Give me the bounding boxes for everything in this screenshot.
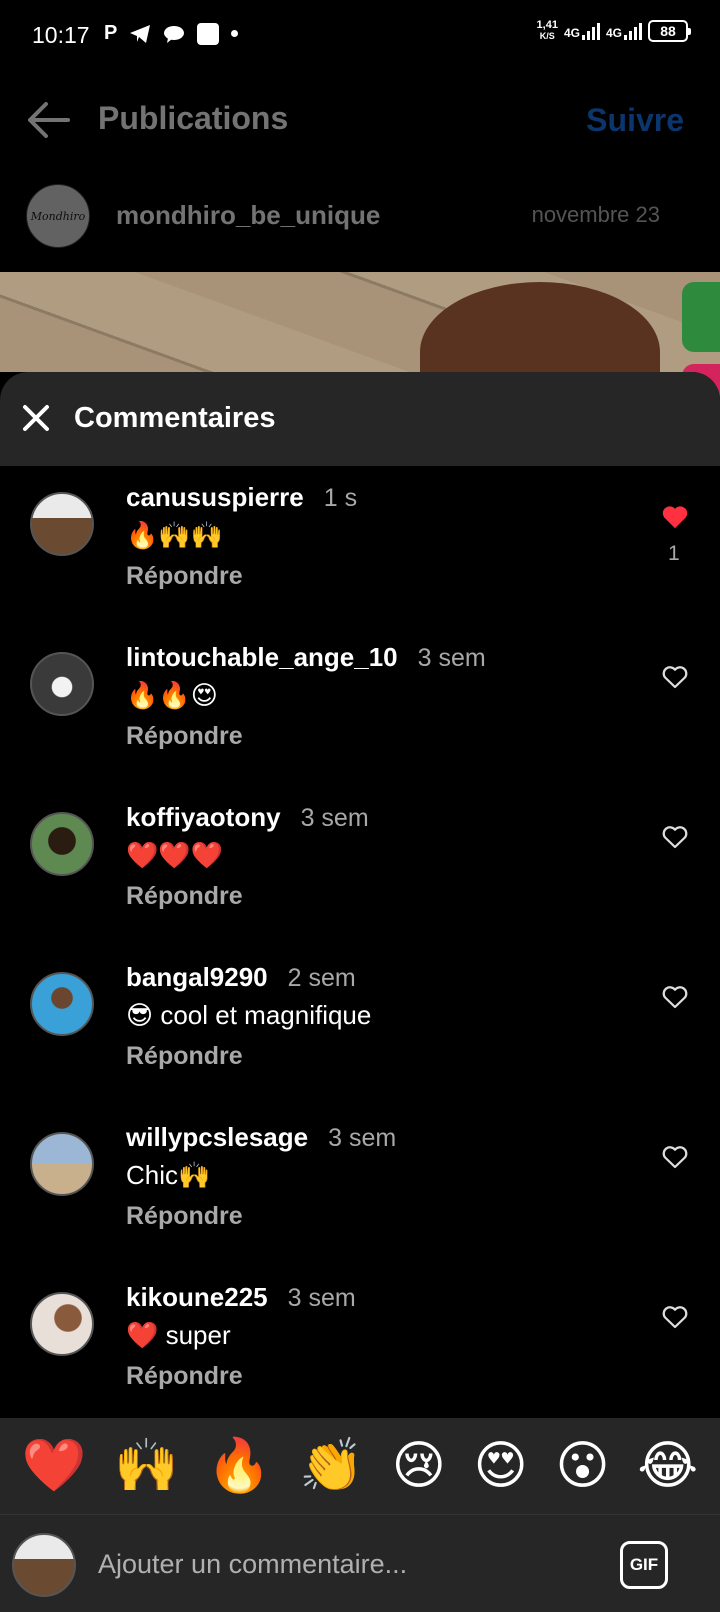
commenter-username[interactable]: willypcslesage (126, 1122, 308, 1153)
emoji-raising-hands-button[interactable]: 🙌 (114, 1440, 179, 1492)
commenter-username[interactable]: bangal9290 (126, 962, 268, 993)
emoji-surprised-button[interactable]: 😮 (555, 1440, 609, 1492)
emoji-heart-button[interactable]: ❤️ (22, 1440, 87, 1492)
network-type-2: 4G (605, 26, 622, 40)
heart-outline-icon[interactable] (660, 1142, 690, 1172)
commenter-username[interactable]: kikoune225 (126, 1282, 268, 1313)
app-square-icon (197, 22, 220, 45)
comment-item: lintouchable_ange_10 3 sem 🔥🔥😍 Répondre (0, 642, 720, 802)
post-date: novembre 23 (531, 202, 660, 227)
signal-sim2: 4G (606, 22, 642, 40)
comment-item: canususpierre 1 s 🔥🙌🙌 Répondre 1 (0, 482, 720, 642)
signal-bars-icon (624, 22, 642, 40)
comment-text: 😎 cool et magnifique (126, 1000, 372, 1030)
follow-button[interactable]: Suivre (586, 102, 684, 139)
comment-text: ❤️❤️❤️ (126, 840, 224, 870)
comment-time: 3 sem (417, 644, 486, 672)
signal-sim1: 4G (564, 22, 600, 40)
battery-icon: 88 (648, 20, 691, 42)
comment-item: bangal9290 2 sem 😎 cool et magnifique Ré… (0, 962, 720, 1122)
post-author-avatar[interactable]: Mondhiro (26, 184, 90, 248)
comment-time: 3 sem (300, 804, 369, 832)
post-author-username[interactable]: mondhiro_be_unique (116, 200, 380, 231)
comments-sheet-header: Commentaires (0, 372, 720, 466)
heart-outline-icon[interactable] (660, 1302, 690, 1332)
emoji-reaction-bar: ❤️ 🙌 🔥 👏 😢 😍 😮 😂 (0, 1418, 720, 1514)
emoji-fire-button[interactable]: 🔥 (207, 1440, 272, 1492)
comment-meta: lintouchable_ange_10 3 sem (126, 642, 486, 673)
comment-meta: kikoune225 3 sem (126, 1282, 356, 1313)
comment-meta: canususpierre 1 s (126, 482, 357, 513)
commenter-username[interactable]: lintouchable_ange_10 (126, 642, 398, 673)
comment-text: Chic🙌 (126, 1160, 211, 1190)
comment-time: 1 s (323, 484, 358, 512)
post-image (0, 272, 720, 372)
shoe-image (420, 282, 660, 372)
commenter-avatar[interactable] (30, 652, 94, 716)
comment-time: 3 sem (328, 1124, 397, 1152)
reply-button[interactable]: Répondre (126, 1042, 243, 1071)
comment-input[interactable]: Ajouter un commentaire... (98, 1549, 407, 1580)
comment-text: 🔥🙌🙌 (126, 520, 224, 550)
comment-input-bar: Ajouter un commentaire... GIF (0, 1514, 720, 1612)
network-speed-value: 1,41 (536, 19, 558, 31)
parking-icon: P (104, 22, 118, 44)
commenter-username[interactable]: koffiyaotony (126, 802, 281, 833)
network-speed: 1,41 K/S (537, 20, 558, 42)
more-notifications-dot-icon (231, 30, 239, 37)
telegram-icon (130, 24, 151, 43)
heart-filled-icon[interactable] (660, 502, 690, 532)
signal-bars-icon (581, 22, 600, 40)
heart-outline-icon[interactable] (660, 822, 690, 852)
comment-meta: willypcslesage 3 sem (126, 1122, 396, 1153)
current-user-avatar (12, 1533, 76, 1597)
status-right: 1,41 K/S 4G 4G 88 (537, 20, 691, 42)
back-arrow-icon[interactable] (26, 100, 70, 140)
reply-button[interactable]: Répondre (126, 1362, 243, 1391)
reply-button[interactable]: Répondre (126, 1202, 243, 1231)
side-tab-green[interactable] (682, 282, 720, 352)
avatar-logo-text: Mondhiro (30, 209, 86, 223)
status-bar: 10:17 P 1,41 K/S 4G 4G 88 (0, 0, 720, 72)
comment-meta: bangal9290 2 sem (126, 962, 356, 993)
status-time: 10:17 (32, 22, 90, 48)
chat-bubbles-icon (164, 25, 185, 43)
gif-button[interactable]: GIF (620, 1541, 668, 1589)
comment-item: willypcslesage 3 sem Chic🙌 Répondre (0, 1122, 720, 1282)
emoji-heart-eyes-button[interactable]: 😍 (474, 1440, 528, 1492)
page-title: Publications (98, 100, 289, 136)
comment-time: 3 sem (287, 1284, 356, 1312)
comment-text: 🔥🔥😍 (126, 680, 218, 710)
post-screen-background: Publications Suivre Mondhiro mondhiro_be… (0, 72, 720, 516)
post-header: Mondhiro mondhiro_be_unique novembre 23 (0, 184, 720, 256)
commenter-avatar[interactable] (30, 492, 94, 556)
heart-outline-icon[interactable] (660, 982, 690, 1012)
reply-button[interactable]: Répondre (126, 882, 243, 911)
emoji-crying-button[interactable]: 😢 (392, 1440, 446, 1492)
commenter-avatar[interactable] (30, 1292, 94, 1356)
close-icon[interactable] (20, 402, 52, 434)
commenter-avatar[interactable] (30, 1132, 94, 1196)
heart-outline-icon[interactable] (660, 662, 690, 692)
emoji-laughing-button[interactable]: 😂 (637, 1440, 698, 1492)
comment-text: ❤️ super (126, 1320, 231, 1350)
like-count: 1 (668, 542, 680, 565)
comments-title: Commentaires (74, 402, 276, 434)
notification-icons: P (104, 22, 239, 45)
emoji-clap-button[interactable]: 👏 (299, 1440, 364, 1492)
reply-button[interactable]: Répondre (126, 722, 243, 751)
reply-button[interactable]: Répondre (126, 562, 243, 591)
network-type-1: 4G (563, 26, 580, 40)
comment-item: koffiyaotony 3 sem ❤️❤️❤️ Répondre (0, 802, 720, 962)
commenter-avatar[interactable] (30, 812, 94, 876)
comment-meta: koffiyaotony 3 sem (126, 802, 369, 833)
commenter-avatar[interactable] (30, 972, 94, 1036)
commenter-username[interactable]: canususpierre (126, 482, 304, 513)
network-speed-unit: K/S (539, 31, 555, 41)
comment-time: 2 sem (287, 964, 356, 992)
top-app-bar: Publications Suivre (0, 72, 720, 168)
